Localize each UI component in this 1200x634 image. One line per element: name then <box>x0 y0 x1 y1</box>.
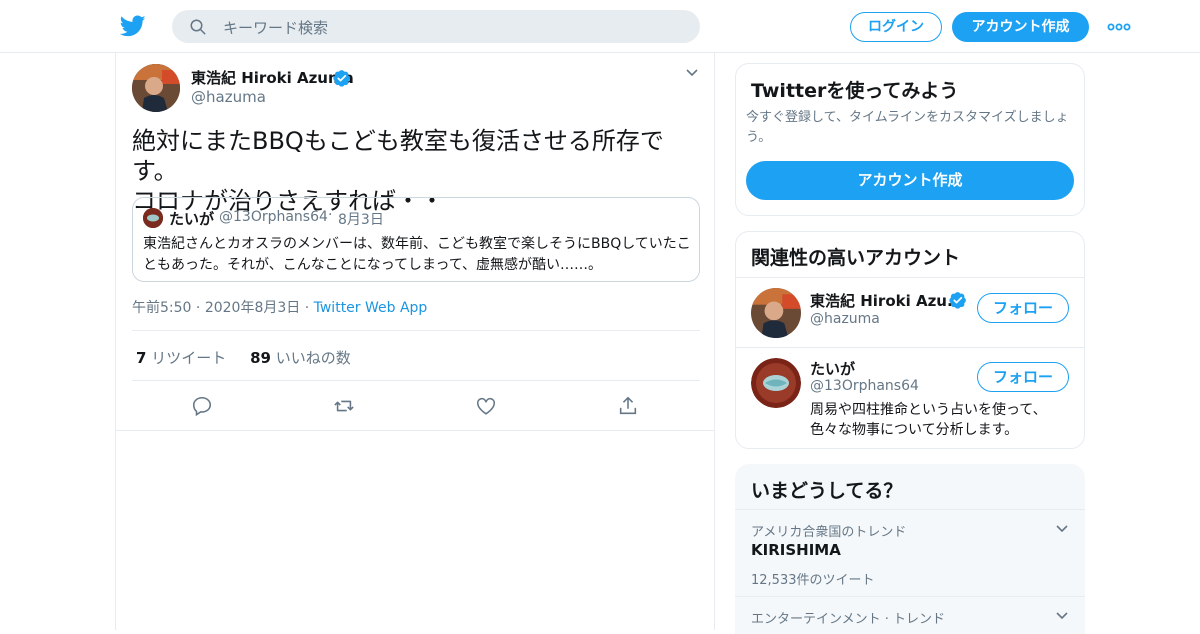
meta-separator: · <box>304 300 310 316</box>
follow-button[interactable]: フォロー <box>977 362 1069 392</box>
avatar[interactable] <box>751 288 801 338</box>
verified-badge-icon <box>333 70 350 87</box>
chevron-down-icon[interactable] <box>1055 611 1069 621</box>
author-handle[interactable]: @hazuma <box>191 88 266 106</box>
search-input[interactable]: キーワード検索 <box>223 17 328 38</box>
quote-avatar <box>143 208 163 228</box>
trend-name[interactable]: KIRISHIMA <box>751 541 841 559</box>
related-account-item[interactable]: 東浩紀 Hiroki Azu... @hazuma フォロー <box>736 277 1084 347</box>
quote-separator: · <box>328 207 333 223</box>
related-account-name[interactable]: 東浩紀 Hiroki Azu... <box>810 290 964 311</box>
share-icon[interactable] <box>617 395 639 417</box>
trend-item[interactable]: アメリカ合衆国のトレンド KIRISHIMA 12,533件のツイート <box>735 509 1085 596</box>
trends-title: いまどうしてる？ <box>751 480 903 502</box>
quote-text: 東浩紀さんとカオスラのメンバーは、数年前、こども教室で楽しそうにBBQしていたこ… <box>143 236 691 273</box>
retweet-label[interactable]: リツイート <box>151 349 226 367</box>
trend-item[interactable]: エンターテインメント · トレンド <box>735 596 1085 634</box>
twitter-bird-icon[interactable] <box>120 13 146 39</box>
trend-count: 12,533件のツイート <box>751 573 875 588</box>
divider <box>132 330 700 331</box>
tweet-date: 2020年8月3日 <box>204 300 301 316</box>
author-name[interactable]: 東浩紀 Hiroki Azuma <box>191 67 354 88</box>
quoted-tweet[interactable]: たいが @13Orphans64 · 8月3日 東浩紀さんとカオスラのメンバーは… <box>132 197 700 282</box>
like-label[interactable]: いいねの数 <box>276 349 351 367</box>
divider <box>132 380 700 381</box>
avatar[interactable] <box>751 358 801 408</box>
related-account-bio: 周易や四柱推命という占いを使って、色々な物事について分析します。 <box>810 402 1047 438</box>
verified-badge-icon <box>949 292 966 309</box>
like-count[interactable]: 89 <box>250 349 271 367</box>
trend-category: エンターテインメント · トレンド <box>751 612 946 627</box>
avatar[interactable] <box>132 64 180 112</box>
tweet-meta: 午前5:50 · 2020年8月3日 · Twitter Web App <box>132 297 427 317</box>
promo-title: Twitterを使ってみよう <box>751 80 959 102</box>
search-bar[interactable]: キーワード検索 <box>172 10 700 43</box>
more-dots-icon[interactable] <box>1107 22 1131 32</box>
tweet-stats: 7 リツイート 89 いいねの数 <box>136 347 351 368</box>
related-account-name[interactable]: たいが <box>810 358 855 379</box>
like-icon[interactable] <box>475 395 497 417</box>
search-icon <box>190 19 206 35</box>
related-title: 関連性の高いアカウント <box>751 247 961 269</box>
trends-card: いまどうしてる？ アメリカ合衆国のトレンド KIRISHIMA 12,533件の… <box>735 464 1085 634</box>
related-account-item[interactable]: たいが @13Orphans64 周易や四柱推命という占いを使って、色々な物事に… <box>736 347 1084 448</box>
signup-promo-card: Twitterを使ってみよう 今すぐ登録して、タイムラインをカスタマイズしましょ… <box>735 63 1085 216</box>
chevron-down-icon[interactable] <box>685 68 699 78</box>
top-header: キーワード検索 ログイン アカウント作成 <box>0 0 1200 53</box>
follow-button[interactable]: フォロー <box>977 293 1069 323</box>
tweet-column: 東浩紀 Hiroki Azuma @hazuma 絶対にまたBBQもこども教室も… <box>115 53 715 630</box>
related-account-handle: @13Orphans64 <box>810 378 919 394</box>
related-account-handle: @hazuma <box>810 311 880 327</box>
tweet-time: 午前5:50 <box>132 300 192 316</box>
promo-subtitle: 今すぐ登録して、タイムラインをカスタマイズしましょう。 <box>746 110 1069 145</box>
trend-category: アメリカ合衆国のトレンド <box>751 525 907 540</box>
retweet-icon[interactable] <box>333 395 355 417</box>
tweet-client-link[interactable]: Twitter Web App <box>314 300 428 316</box>
quote-author-name: たいが <box>169 210 215 228</box>
reply-icon[interactable] <box>191 395 213 417</box>
retweet-count[interactable]: 7 <box>136 349 146 367</box>
divider <box>116 430 714 431</box>
promo-signup-button[interactable]: アカウント作成 <box>746 161 1074 200</box>
meta-separator: · <box>195 300 201 316</box>
chevron-down-icon[interactable] <box>1055 524 1069 534</box>
quote-author-handle: @13Orphans64 <box>219 209 328 225</box>
login-button[interactable]: ログイン <box>850 12 942 42</box>
related-accounts-card: 関連性の高いアカウント 東浩紀 Hiroki Azu... @hazuma フォ… <box>735 231 1085 449</box>
signup-button[interactable]: アカウント作成 <box>952 12 1089 42</box>
tweet-text-line: 絶対にまたBBQもこども教室も復活させる所存です。 <box>132 127 664 185</box>
quote-date: 8月3日 <box>338 212 384 228</box>
